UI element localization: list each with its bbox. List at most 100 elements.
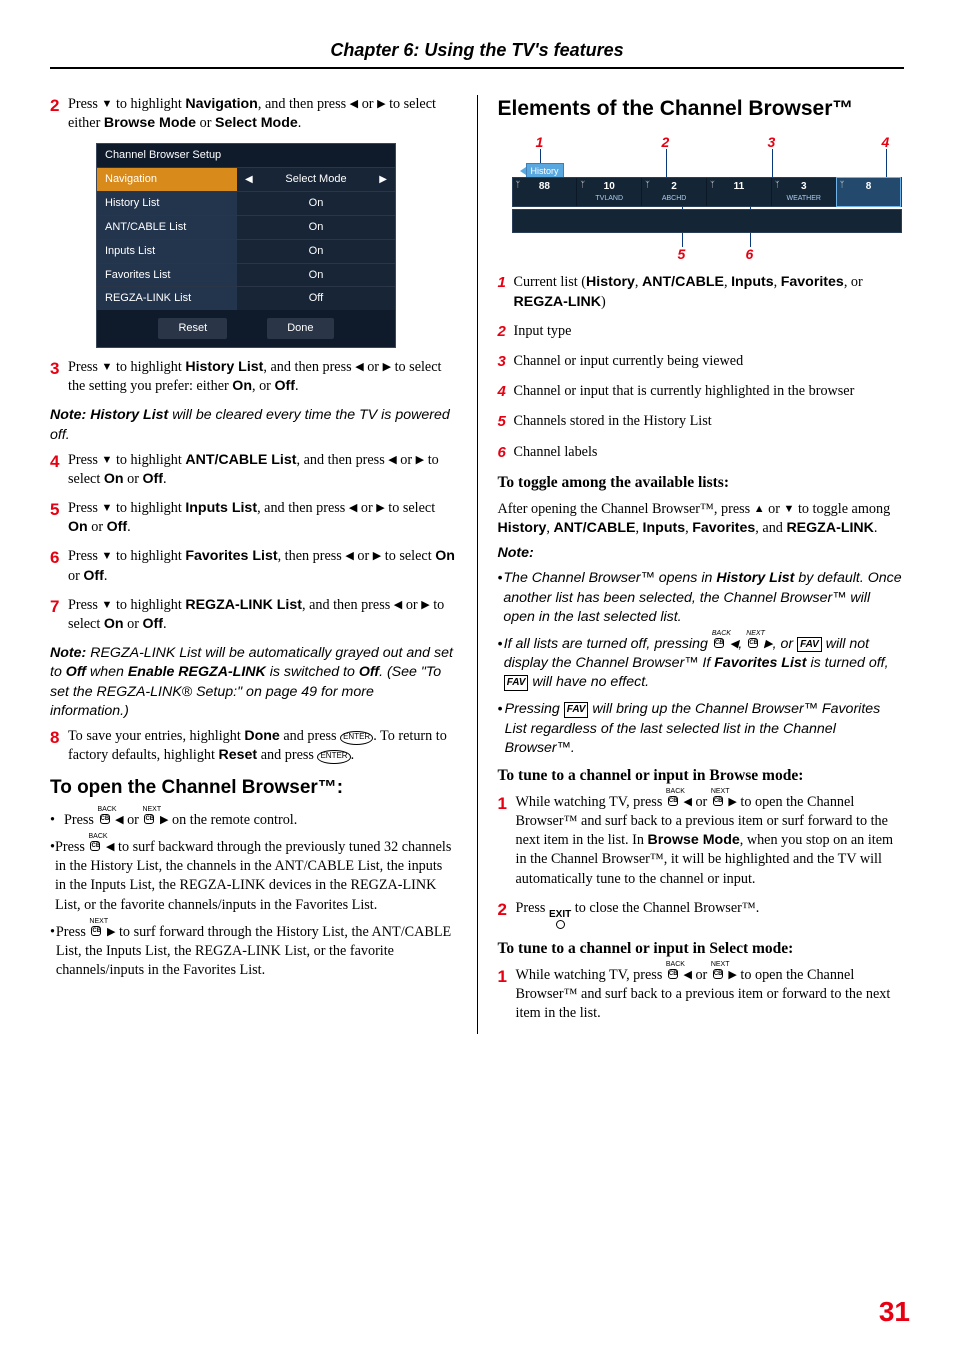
off-label: Off [274, 378, 295, 394]
row-label: Navigation [97, 168, 237, 191]
text: to select [381, 548, 435, 564]
text: , [635, 274, 642, 290]
element-number: 2 [498, 322, 514, 342]
enter-icon: ENTER [340, 731, 373, 745]
note-label: Note: [50, 407, 90, 423]
row-value: On [237, 240, 395, 263]
next-cb-icon: NEXTCB [142, 812, 156, 826]
next-cb-icon: NEXTCB [711, 794, 725, 808]
text: Press [68, 548, 102, 564]
row-value: On [237, 216, 395, 239]
antenna-icon: ᛉ [710, 180, 715, 191]
text: to highlight [112, 500, 185, 516]
fav-icon: FAV [797, 637, 822, 653]
row-label: History List [97, 192, 237, 215]
text: , and then press [296, 452, 388, 468]
done-label: Done [244, 728, 279, 744]
text: . [351, 747, 355, 763]
text: is turned off, [807, 655, 889, 671]
text: . [104, 568, 108, 584]
text: or [124, 616, 143, 632]
row-label: Favorites List [97, 264, 237, 287]
text: The Channel Browser™ opens in [503, 570, 716, 586]
on-label: On [104, 616, 124, 632]
panel-row-regzalink: REGZA-LINK ListOff [97, 286, 395, 310]
step-4: 4 Press ▼ to highlight ANT/CABLE List, a… [50, 451, 457, 489]
text: , [724, 274, 731, 290]
text: , and then press [263, 359, 355, 375]
bullet-1: • Press BACKCB ◀ or NEXTCB ▶ on the remo… [50, 811, 457, 830]
panel-row-antcable: ANT/CABLE ListOn [97, 215, 395, 239]
left-triangle-icon: ◀ [350, 99, 358, 110]
favorites-list-bold: Favorites List [714, 655, 806, 671]
chapter-header: Chapter 6: Using the TV's features [50, 40, 904, 69]
antenna-icon: ᛉ [580, 180, 585, 191]
page-number: 31 [879, 1296, 910, 1328]
row-value: Off [237, 287, 395, 310]
off-bold: Off [359, 664, 379, 680]
step-number-1: 1 [498, 966, 516, 1024]
antcable-label: ANT/CABLE [553, 520, 635, 536]
panel-row-navigation: Navigation ◀ Select Mode ▶ [97, 167, 395, 191]
enter-icon: ENTER [317, 750, 350, 764]
text: , [774, 274, 781, 290]
next-cb-icon: NEXTCB [746, 636, 760, 650]
text: and press [280, 728, 340, 744]
text: Press [56, 924, 90, 940]
text: , and then press [258, 96, 350, 112]
toggle-lists-heading: To toggle among the available lists: [498, 473, 905, 494]
row-label: REGZA-LINK List [97, 287, 237, 310]
reset-label: Reset [219, 747, 258, 763]
browse-step-1: 1 While watching TV, press BACKCB ◀ or N… [498, 793, 905, 889]
down-triangle-icon: ▼ [102, 551, 113, 562]
strip-box: ᛉ11 [707, 178, 772, 206]
off-label: Off [107, 519, 128, 535]
left-triangle-icon: ◀ [106, 842, 114, 853]
antenna-icon: ᛉ [516, 180, 521, 191]
bullet-text: The Channel Browser™ opens in History Li… [503, 569, 904, 627]
step-number-4: 4 [50, 451, 68, 489]
back-cb-icon: BACKCB [666, 967, 680, 981]
text: or [354, 548, 373, 564]
text: , and then press [257, 500, 349, 516]
bullet-text: Press BACKCB ◀ or NEXTCB ▶ on the remote… [64, 811, 297, 830]
channel-num: 10 [577, 180, 641, 194]
right-triangle-icon: ▶ [764, 639, 772, 650]
text: when [86, 664, 128, 680]
text: or [68, 568, 83, 584]
bullet-text: Pressing FAV will bring up the Channel B… [505, 700, 904, 758]
browse-mode-label: Browse Mode [648, 832, 740, 848]
text: Channel or input currently being viewed [514, 352, 905, 372]
history-list-label: History List [185, 359, 263, 375]
text: Channel labels [514, 443, 905, 463]
browse-mode-label: Browse Mode [104, 115, 196, 131]
text: Press [68, 500, 102, 516]
down-triangle-icon: ▼ [102, 503, 113, 514]
text: After opening the Channel Browser™, pres… [498, 501, 754, 517]
bullet-text: Press NEXTCB ▶ to surf forward through t… [56, 923, 457, 981]
text: to highlight [112, 96, 185, 112]
text: on the remote control. [168, 812, 297, 828]
up-triangle-icon: ▲ [754, 504, 765, 515]
enable-regzalink-bold: Enable REGZA-LINK [128, 664, 266, 680]
channel-strip: ᛉ88 ᛉ10TVLAND ᛉ2ABCHD ᛉ11 ᛉ3WEATHER ᛉ8 [512, 177, 902, 207]
channel-sub: ABCHD [642, 194, 706, 203]
down-triangle-icon: ▼ [102, 600, 113, 611]
right-triangle-icon: ▶ [728, 797, 736, 808]
left-triangle-icon: ◀ [394, 600, 402, 611]
element-number: 1 [498, 273, 514, 311]
note-label: Note: [50, 645, 90, 661]
on-label: On [232, 378, 252, 394]
text: . [295, 378, 299, 394]
element-number: 3 [498, 352, 514, 372]
right-arrow-icon: ▶ [379, 173, 387, 187]
inputs-label: Inputs [731, 274, 774, 290]
right-triangle-icon: ▶ [728, 970, 736, 981]
left-column: 2 Press ▼ to highlight Navigation, and t… [50, 95, 457, 1034]
elements-heading: Elements of the Channel Browser™ [498, 95, 905, 123]
on-label: On [104, 471, 124, 487]
channel-num: 8 [837, 180, 901, 194]
note-1: Note: History List will be cleared every… [50, 406, 457, 444]
back-cb-icon: BACKCB [666, 794, 680, 808]
open-channel-browser-heading: To open the Channel Browser™: [50, 775, 457, 801]
